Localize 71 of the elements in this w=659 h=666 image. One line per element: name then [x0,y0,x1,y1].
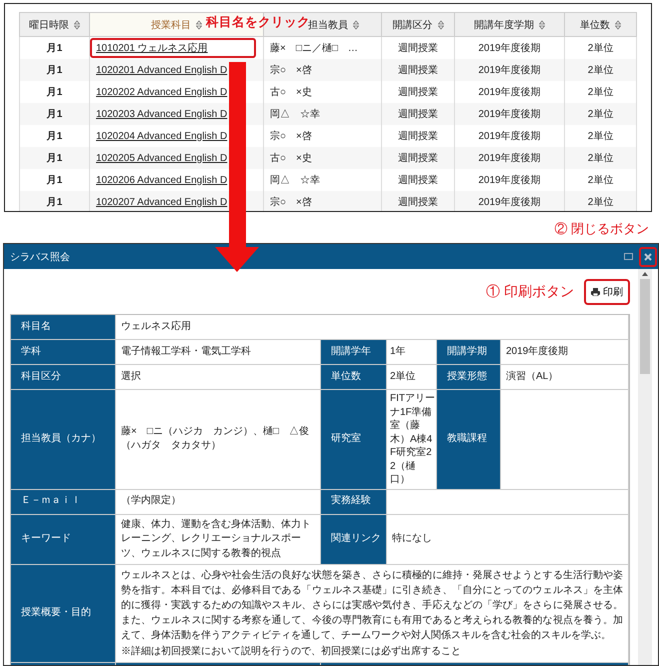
table-cell: 2単位 [564,147,636,169]
table-cell: 月1 [20,59,90,81]
value-cell: 健康、体力、運動を含む身体活動、体力トレーニング、レクリエーショナルスポーツ、ウェルネスに関する教養的視点 [116,514,321,565]
table-cell: 2単位 [564,59,636,81]
table-cell: 週間授業 [382,103,454,125]
sort-icon [539,20,545,30]
annotation-text: ① 印刷ボタン [486,282,574,300]
close-icon [644,252,652,260]
table-cell: 古○ ×史 [264,147,382,169]
subject-link[interactable]: 1020206 Advanced English D [96,174,228,186]
scrollbar-thumb[interactable] [640,279,650,374]
subject-link[interactable]: 1010201 ウェルネス応用 [96,43,208,54]
label-cell: 担当教員（カナ） [11,390,116,490]
sort-icon [438,20,444,30]
value-cell: ウェルネスとは、心身や社会生活の良好な状態を築き、さらに積極的に維持・発展させようとする生活行動や姿勢を指す。本科目では、必修科目である「ウェルネス基礎」に引き続き、「自分にとってのウェルネス」を主体的に獲得・実践するための知識やスキル、さらには実感や気付き、手応えなどの「学び」をさらに発展させる。また、ウェルネスに関する考察を通して、今後の専門教育にも有用であると考えられる教養的な視点を養う。加えて、身体活動を伴うアクティビティを通して、チームワークや対人関係スキルを含む社会的スキルを学ぶ。 ※詳細は初回授業において説明を行うので、初回授業には必ず出席すること [116,565,629,663]
table-cell: 宗○ ×啓 [264,59,382,81]
table-cell: 週間授業 [382,59,454,81]
table-cell: 月1 [20,103,90,125]
value-cell: FITアリーナ1F準備室（藤木）A棟4F研究室22（樋口） [387,390,437,490]
value-cell: 演習（AL） [501,365,629,390]
label-cell: Ｅ－ｍａｉｌ [11,490,116,514]
column-header[interactable]: 担当教員 [308,18,359,32]
label-cell: 学科 [11,340,116,365]
label-cell: 科目名 [11,315,116,340]
label-cell: 教職課程 [437,390,501,490]
sort-icon [353,20,359,30]
label-cell: 研究室 [321,390,387,490]
value-cell: 藤× □ニ（ハジカ カンジ）、樋□ △俊（ハガタ タカタサ） [116,390,321,490]
value-cell: 2単位 [387,365,437,390]
table-cell: 2019年度後期 [454,59,564,81]
table-cell: 2単位 [564,103,636,125]
dialog-title: シラバス照会 [10,250,71,264]
value-cell: 特になし [387,514,629,565]
maximize-icon[interactable] [624,253,633,260]
table-cell: 2019年度後期 [454,191,564,211]
scroll-up-icon[interactable] [642,272,648,276]
scrollbar[interactable] [638,269,652,665]
table-cell: 週間授業 [382,147,454,169]
label-cell: 授業概要・目的 [11,565,116,663]
value-cell: 電子情報工学科・電気工学科 [116,340,321,365]
print-button[interactable]: 印刷 [584,278,630,304]
value-cell: 選択 [116,365,321,390]
annotation-text: ② 閉じるボタン [554,220,649,238]
column-header[interactable]: 授業科目 [151,18,202,32]
sort-icon [74,20,80,30]
table-cell: 週間授業 [382,191,454,211]
table-cell: 宗○ ×啓 [264,191,382,211]
sort-icon [196,20,202,30]
label-cell: 関連リンク [321,514,387,565]
table-cell: 2019年度後期 [454,103,564,125]
value-cell: ウェルネス応用 [116,315,629,340]
table-cell: 月1 [20,147,90,169]
label-cell: 実務経験 [321,490,387,514]
value-cell: （学内限定） [116,490,321,514]
value-cell: 2019年度後期 [501,340,629,365]
label-cell: 単位数 [321,365,387,390]
table-cell: 岡△ ☆幸 [264,103,382,125]
label-cell: 開講学期 [437,340,501,365]
close-button[interactable] [639,246,657,266]
label-cell: 授業形態 [437,365,501,390]
printer-icon [591,288,600,296]
table-cell: 2単位 [564,191,636,211]
value-cell: 1年 [387,340,437,365]
label-cell: キーワード [11,514,116,565]
table-cell: 月1 [20,191,90,211]
table-cell: 2019年度後期 [454,147,564,169]
sort-icon [615,20,621,30]
label-cell: 開講学年 [321,340,387,365]
label-cell: 科目区分 [11,365,116,390]
subject-link[interactable]: 1020204 Advanced English D [96,130,228,142]
subject-link[interactable]: 1020202 Advanced English D [96,86,228,98]
